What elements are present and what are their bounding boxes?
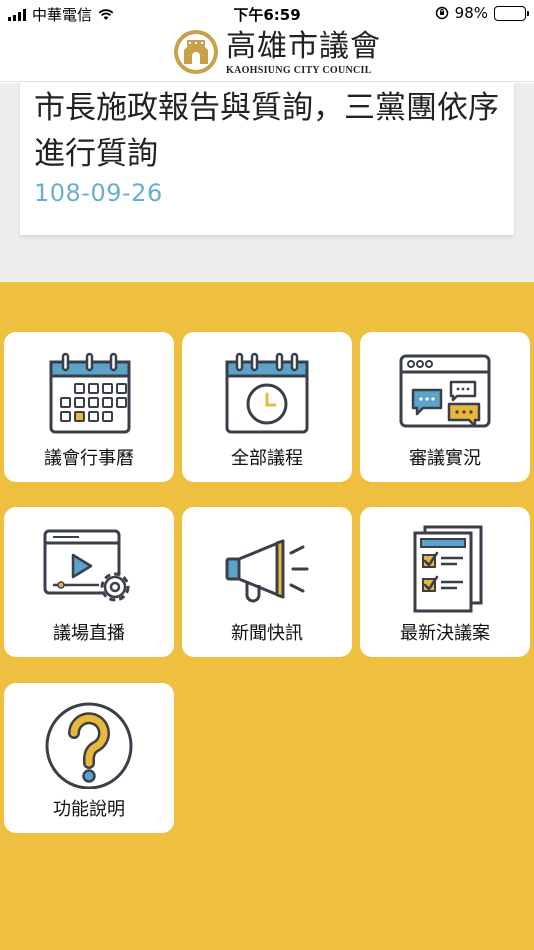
help-icon — [45, 702, 133, 789]
checklist-icon — [413, 525, 483, 613]
status-right: 98% — [435, 4, 529, 22]
app-header: 高雄市議會 KAOHSIUNG CITY COUNCIL — [0, 26, 534, 82]
battery-icon — [494, 5, 529, 21]
menu-tile-news[interactable]: 新聞快訊 — [182, 507, 352, 657]
menu-label: 審議實況 — [409, 448, 481, 469]
menu-label: 全部議程 — [231, 448, 303, 469]
menu-panel: 議會行事曆 全部議程 審議實況 議場直播 新聞快訊 最新決議案 功能說明 — [0, 282, 534, 950]
menu-label: 議場直播 — [53, 623, 125, 644]
video-gear-icon — [43, 529, 130, 602]
status-bar: 中華電信 下午6:59 98% — [0, 0, 534, 26]
menu-tile-help[interactable]: 功能說明 — [4, 683, 174, 833]
logo-text: 高雄市議會 KAOHSIUNG CITY COUNCIL — [226, 29, 381, 76]
battery-percent: 98% — [454, 4, 488, 22]
chat-browser-icon — [399, 354, 491, 428]
menu-tile-live-review[interactable]: 審議實況 — [360, 332, 530, 482]
megaphone-icon — [225, 539, 309, 603]
calendar-icon — [49, 352, 131, 434]
logo-chinese: 高雄市議會 — [226, 28, 381, 64]
menu-label: 議會行事曆 — [44, 448, 134, 469]
news-card[interactable]: 市長施政報告與質詢，三黨團依序進行質詢 108-09-26 — [20, 83, 514, 235]
orientation-lock-icon — [435, 6, 448, 20]
council-logo[interactable]: 高雄市議會 KAOHSIUNG CITY COUNCIL — [172, 28, 381, 76]
menu-label: 新聞快訊 — [231, 623, 303, 644]
news-area: 市長施政報告與質詢，三黨團依序進行質詢 108-09-26 — [0, 83, 534, 282]
menu-tile-calendar[interactable]: 議會行事曆 — [4, 332, 174, 482]
calendar-clock-icon — [225, 352, 309, 434]
news-title: 市長施政報告與質詢，三黨團依序進行質詢 — [34, 90, 499, 172]
logo-english: KAOHSIUNG CITY COUNCIL — [226, 64, 372, 76]
menu-tile-agenda[interactable]: 全部議程 — [182, 332, 352, 482]
council-emblem-icon — [174, 30, 218, 74]
news-date: 108-09-26 — [34, 179, 163, 207]
menu-tile-resolutions[interactable]: 最新決議案 — [360, 507, 530, 657]
menu-label: 最新決議案 — [400, 623, 490, 644]
menu-tile-live-stream[interactable]: 議場直播 — [4, 507, 174, 657]
menu-label: 功能說明 — [53, 799, 125, 820]
